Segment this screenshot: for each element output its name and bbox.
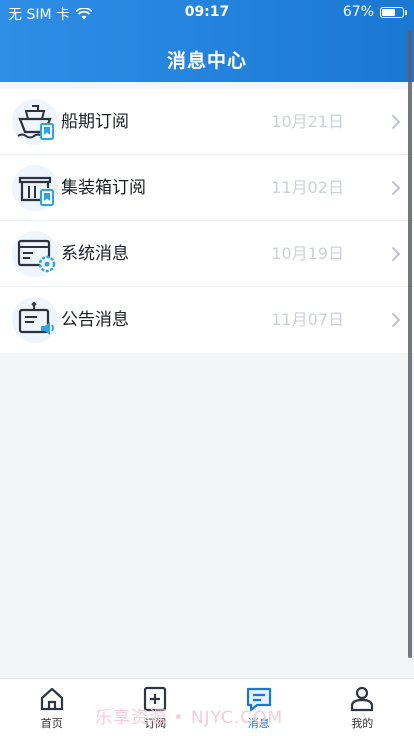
message-list: 船期订阅 10月21日 集装箱订阅 11月02日 系统消息 10月19日 公告消… — [0, 89, 414, 353]
message-label: 船期订阅 — [61, 112, 129, 132]
system-settings-icon — [12, 231, 58, 277]
announcement-icon — [12, 297, 58, 343]
tab-profile[interactable]: 我的 — [311, 679, 414, 736]
message-row-ship[interactable]: 船期订阅 10月21日 — [0, 89, 414, 155]
home-icon — [40, 687, 63, 711]
message-label: 公告消息 — [61, 310, 129, 330]
page-title: 消息中心 — [166, 50, 247, 72]
battery-icon — [380, 6, 407, 18]
profile-icon — [351, 686, 374, 712]
message-row-announcement[interactable]: 公告消息 11月07日 — [0, 287, 414, 353]
status-right: 67% — [342, 4, 407, 20]
message-date: 10月21日 — [271, 112, 344, 131]
chevron-right-icon — [392, 181, 401, 195]
header-bar: 无 SIM 卡 09:17 67% 消息中心 — [0, 0, 414, 82]
tab-home[interactable]: 首页 — [0, 679, 104, 736]
chevron-right-icon — [392, 115, 401, 129]
battery-fill — [382, 8, 395, 16]
chevron-right-icon — [392, 313, 401, 327]
message-date: 11月07日 — [271, 310, 344, 329]
message-row-system[interactable]: 系统消息 10月19日 — [0, 221, 414, 287]
message-date: 11月02日 — [271, 178, 344, 197]
ship-subscribe-icon — [12, 99, 58, 145]
status-bar: 无 SIM 卡 09:17 67% — [0, 0, 414, 24]
chevron-right-icon — [392, 247, 401, 261]
message-label: 集装箱订阅 — [61, 178, 146, 198]
message-date: 10月19日 — [271, 244, 344, 263]
container-subscribe-icon — [12, 165, 58, 211]
tab-label: 我的 — [351, 717, 374, 730]
scrollbar[interactable] — [408, 30, 412, 658]
message-row-container[interactable]: 集装箱订阅 11月02日 — [0, 155, 414, 221]
message-label: 系统消息 — [61, 244, 129, 264]
tab-label: 首页 — [40, 717, 63, 730]
battery-percent: 67% — [342, 4, 374, 20]
watermark-text: 乐享资源 • NJYC.COM — [95, 708, 284, 728]
